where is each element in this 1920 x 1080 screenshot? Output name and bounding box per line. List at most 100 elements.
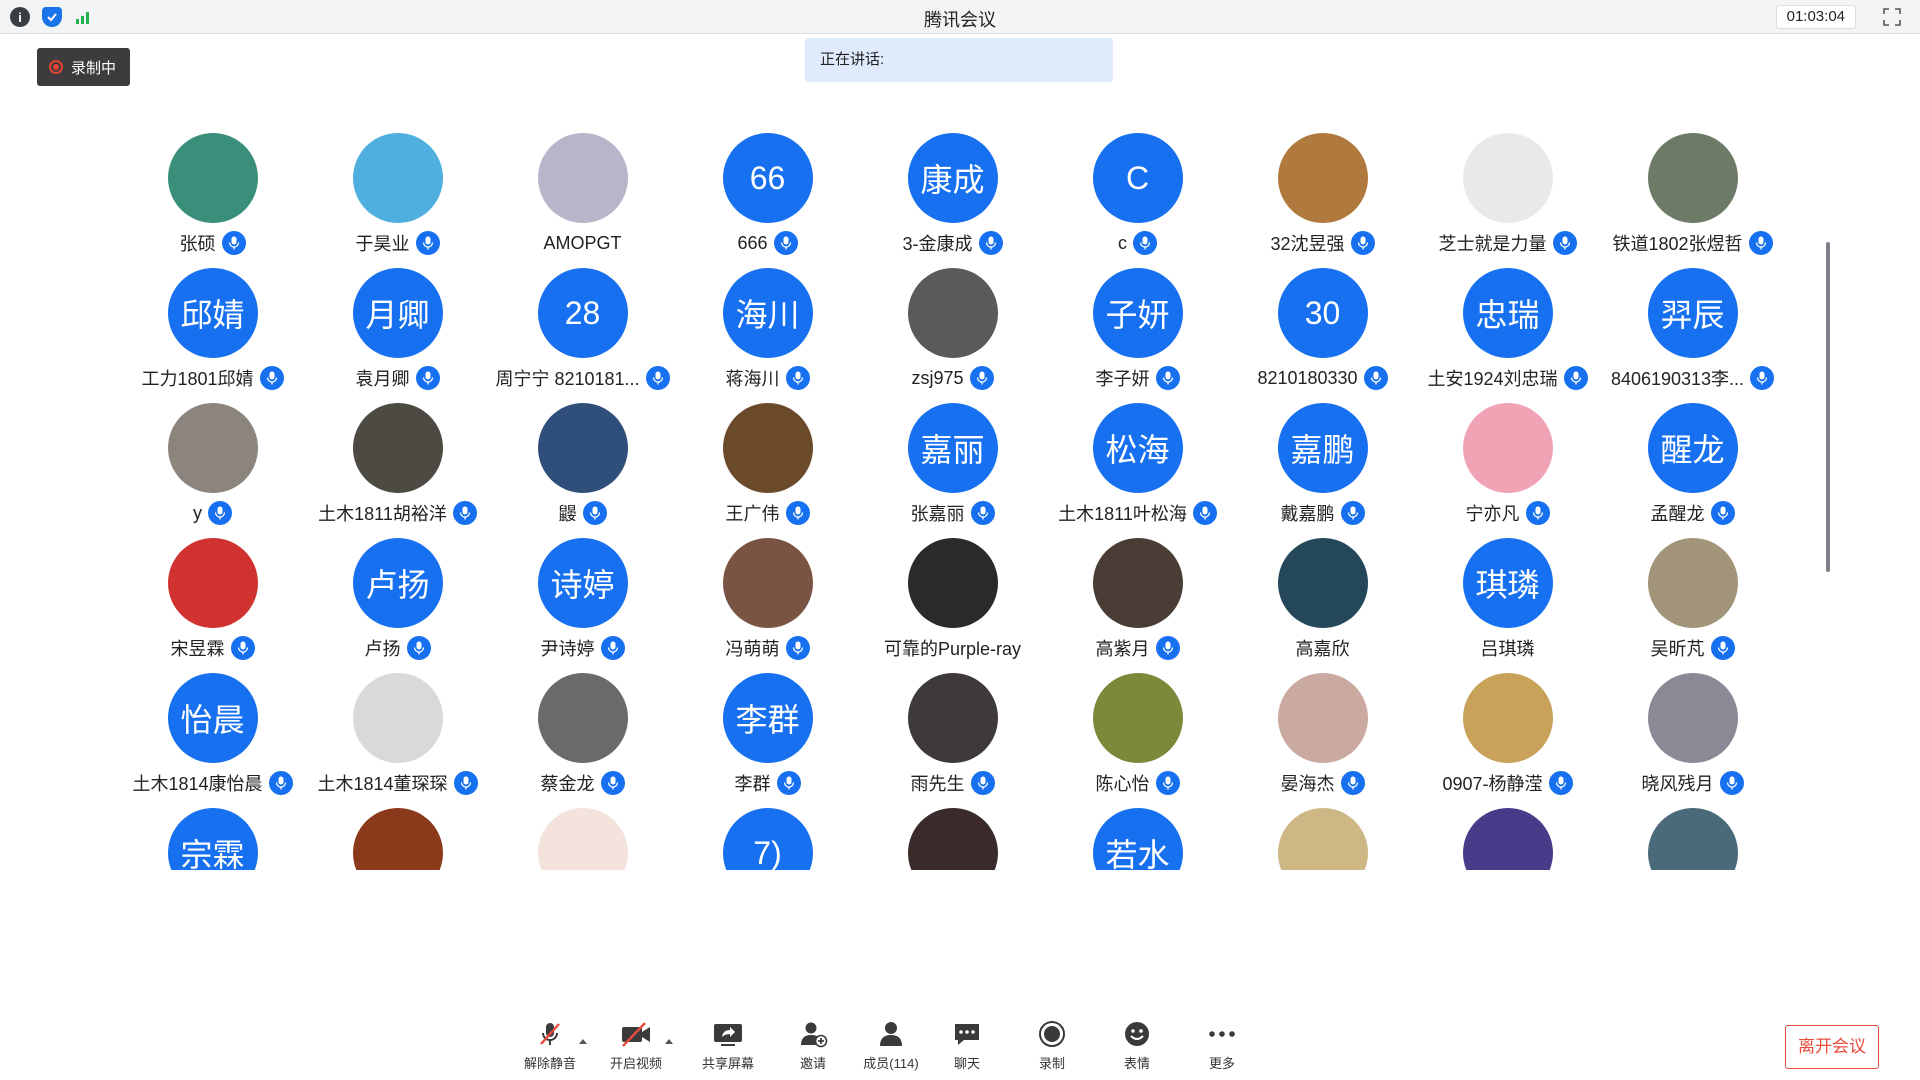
participant-tile[interactable]: 0907-杨静滢 — [1415, 668, 1600, 803]
participant-tile[interactable]: AMOPGT — [490, 128, 675, 263]
participant-tile[interactable]: 李群 李群 — [675, 668, 860, 803]
participant-tile[interactable]: 可靠的Purple-ray — [860, 533, 1045, 668]
meeting-window: i 腾讯会议 01:03:04 录制中 正在讲话: 张硕 于昊业 AMOPGT … — [0, 0, 1920, 1080]
participant-tile[interactable] — [1415, 803, 1600, 870]
participant-tile[interactable]: 康成 3-金康成 — [860, 128, 1045, 263]
participant-name: 铁道1802张煜哲 — [1612, 234, 1743, 254]
participant-tile[interactable]: 张硕 — [120, 128, 305, 263]
participant-tile[interactable]: Cc — [1045, 128, 1230, 263]
participant-tile[interactable]: 怡晨 土木1814康怡晨 — [120, 668, 305, 803]
participant-tile[interactable]: 30 8210180330 — [1230, 263, 1415, 398]
participant-tile[interactable]: 雨先生 — [860, 668, 1045, 803]
participant-tile[interactable]: 芝士就是力量 — [1415, 128, 1600, 263]
participant-tile[interactable]: 32沈昱强 — [1230, 128, 1415, 263]
avatar — [722, 403, 813, 493]
participant-tile[interactable]: zsj975 — [860, 263, 1045, 398]
participant-tile[interactable]: 铁道1802张煜哲 — [1600, 128, 1785, 263]
toolbar-label: 邀请 — [799, 1056, 826, 1071]
avatar — [1647, 133, 1738, 223]
participant-tile[interactable]: 邱婧 工力1801邱婧 — [120, 263, 305, 398]
participant-name: 张嘉丽 — [910, 504, 965, 524]
recording-dot-icon — [49, 60, 63, 74]
avatar-initials: 子妍 — [1105, 297, 1170, 333]
participant-tile[interactable]: 诗婷 尹诗婷 — [490, 533, 675, 668]
mic-icon — [978, 231, 1003, 255]
mic-icon — [208, 501, 232, 525]
participant-tile[interactable]: 琪璘 吕琪璘 — [1415, 533, 1600, 668]
avatar: 琪璘 — [1462, 538, 1553, 628]
participant-name: 高嘉欣 — [1295, 639, 1350, 659]
participant-tile[interactable]: 宋昱霖 — [120, 533, 305, 668]
leave-meeting-button[interactable]: 离开会议 — [1785, 1025, 1879, 1069]
participant-tile[interactable]: 宗霖 — [120, 803, 305, 870]
participant-tile[interactable] — [1600, 803, 1785, 870]
participant-name: 李子妍 — [1095, 369, 1150, 389]
participant-tile[interactable]: 松海 土木1811叶松海 — [1045, 398, 1230, 533]
participant-tile[interactable]: 海川 蒋海川 — [675, 263, 860, 398]
participant-name-row: 8210180330 — [1257, 366, 1388, 390]
participant-tile[interactable]: 陈心怡 — [1045, 668, 1230, 803]
participant-tile[interactable]: 66 666 — [675, 128, 860, 263]
participant-tile[interactable]: 王广伟 — [675, 398, 860, 533]
participant-tile[interactable]: 醒龙 孟醒龙 — [1600, 398, 1785, 533]
participant-name: 陈心怡 — [1095, 774, 1150, 794]
toolbar-button-record[interactable]: 录制 — [1012, 1019, 1092, 1079]
avatar — [1647, 808, 1738, 870]
participant-name: 孟醒龙 — [1650, 504, 1705, 524]
participant-tile[interactable]: 冯萌萌 — [675, 533, 860, 668]
participant-tile[interactable]: 7) — [675, 803, 860, 870]
participant-tile[interactable]: 羿辰 8406190313李... — [1600, 263, 1785, 398]
participant-tile[interactable]: 28 周宁宁 8210181... — [490, 263, 675, 398]
participant-tile[interactable]: 嘉丽 张嘉丽 — [860, 398, 1045, 533]
toolbar-button-more[interactable]: 更多 — [1182, 1019, 1262, 1079]
participant-name-row: 戴嘉鹏 — [1281, 501, 1365, 525]
toolbar-button-members[interactable]: 成员(114) — [851, 1019, 931, 1079]
avatar — [1092, 538, 1183, 628]
participant-tile[interactable]: 土木1814董琛琛 — [305, 668, 490, 803]
avatar: 66 — [722, 133, 813, 223]
avatar-initials: 月卿 — [365, 297, 430, 333]
participant-name: 土木1814董琛琛 — [317, 774, 448, 794]
participant-tile[interactable]: 月卿 袁月卿 — [305, 263, 490, 398]
toolbar-button-emoji[interactable]: 表情 — [1097, 1019, 1177, 1079]
participant-tile[interactable]: 高紫月 — [1045, 533, 1230, 668]
avatar: 28 — [537, 268, 628, 358]
participant-tile[interactable]: 晏海杰 — [1230, 668, 1415, 803]
participant-name: 李群 — [734, 774, 771, 794]
participant-tile[interactable] — [490, 803, 675, 870]
participant-tile[interactable]: y — [120, 398, 305, 533]
caret-up-icon[interactable] — [662, 1035, 676, 1049]
participant-tile[interactable]: 晓风残月 — [1600, 668, 1785, 803]
participant-tile[interactable] — [305, 803, 490, 870]
grid-scrollbar[interactable] — [1826, 242, 1830, 572]
fullscreen-icon[interactable] — [1882, 7, 1902, 27]
toolbar-button-share-screen[interactable]: 共享屏幕 — [688, 1019, 768, 1079]
avatar: 李群 — [722, 673, 813, 763]
participant-tile[interactable]: 子妍李子妍 — [1045, 263, 1230, 398]
participant-tile[interactable]: 吴昕芃 — [1600, 533, 1785, 668]
participant-name: 晓风残月 — [1641, 774, 1714, 794]
invite-icon — [796, 1019, 830, 1049]
participant-tile[interactable]: 宁亦凡 — [1415, 398, 1600, 533]
participant-tile[interactable]: 卢扬 卢扬 — [305, 533, 490, 668]
participant-tile[interactable]: 鼹 — [490, 398, 675, 533]
participant-tile[interactable]: 于昊业 — [305, 128, 490, 263]
participant-tile[interactable]: 土木1811胡裕洋 — [305, 398, 490, 533]
avatar-initials: 7) — [753, 834, 782, 871]
participant-tile[interactable] — [860, 803, 1045, 870]
participant-tile[interactable]: 若水 — [1045, 803, 1230, 870]
participant-tile[interactable]: 高嘉欣 — [1230, 533, 1415, 668]
recording-badge[interactable]: 录制中 — [37, 48, 130, 86]
participant-tile[interactable] — [1230, 803, 1415, 870]
mic-icon — [582, 501, 607, 525]
toolbar-button-invite[interactable]: 邀请 — [773, 1019, 853, 1079]
participant-name-row: 张硕 — [180, 231, 246, 255]
mic-icon — [1710, 501, 1735, 525]
participant-tile[interactable]: 蔡金龙 — [490, 668, 675, 803]
toolbar-label: 开启视频 — [609, 1056, 662, 1071]
caret-up-icon[interactable] — [576, 1035, 590, 1049]
participant-tile[interactable]: 忠瑞 土安1924刘忠瑞 — [1415, 263, 1600, 398]
toolbar-button-chat[interactable]: 聊天 — [927, 1019, 1007, 1079]
participant-tile[interactable]: 嘉鹏 戴嘉鹏 — [1230, 398, 1415, 533]
mic-icon — [1133, 231, 1157, 255]
